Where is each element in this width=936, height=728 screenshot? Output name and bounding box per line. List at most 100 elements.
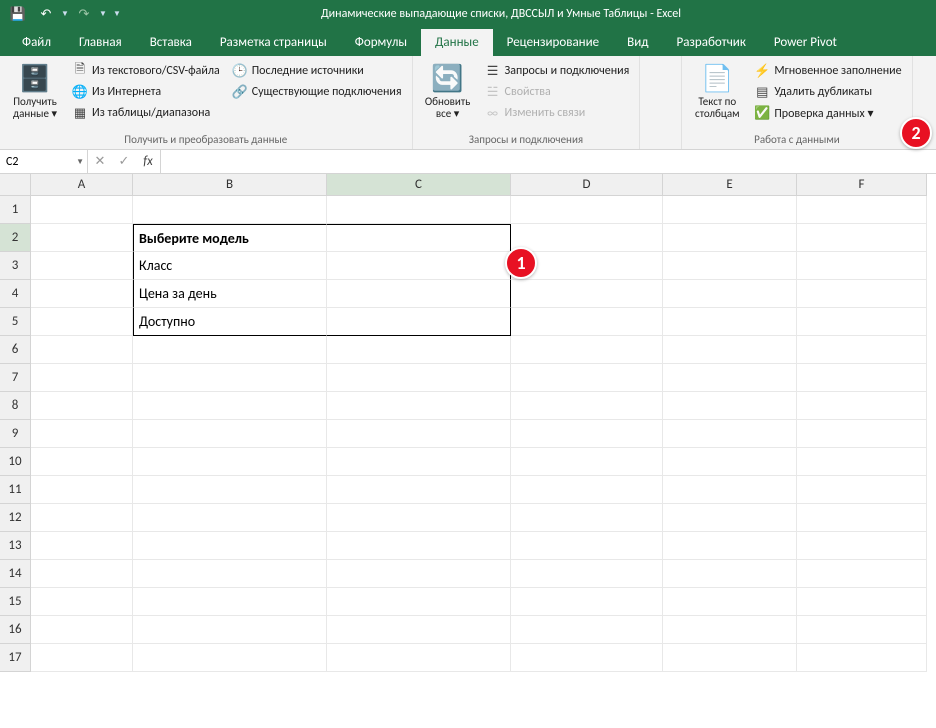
cell-F13[interactable] [797,532,927,560]
cell-F5[interactable] [797,308,927,336]
cell-E6[interactable] [663,336,797,364]
cell-E8[interactable] [663,392,797,420]
row-header-5[interactable]: 5 [0,308,31,336]
row-header-14[interactable]: 14 [0,560,31,588]
row-header-4[interactable]: 4 [0,280,31,308]
row-header-7[interactable]: 7 [0,364,31,392]
cell-C3[interactable] [327,252,511,280]
row-header-8[interactable]: 8 [0,392,31,420]
cell-D2[interactable] [511,224,663,252]
cell-F16[interactable] [797,616,927,644]
cell-A2[interactable] [31,224,133,252]
cell-C14[interactable] [327,560,511,588]
cell-A14[interactable] [31,560,133,588]
cell-F14[interactable] [797,560,927,588]
col-header-B[interactable]: B [133,174,327,196]
cell-D13[interactable] [511,532,663,560]
cell-A7[interactable] [31,364,133,392]
refresh-all-button[interactable]: 🔄 Обновить все ▾ [419,58,477,120]
row-header-9[interactable]: 9 [0,420,31,448]
cell-C1[interactable] [327,196,511,224]
tab-developer[interactable]: Разработчик [662,29,759,56]
row-header-2[interactable]: 2 [0,224,31,252]
cell-E5[interactable] [663,308,797,336]
cell-C12[interactable] [327,504,511,532]
row-header-11[interactable]: 11 [0,476,31,504]
cell-E15[interactable] [663,588,797,616]
cell-B14[interactable] [133,560,327,588]
cell-E1[interactable] [663,196,797,224]
recent-sources-button[interactable]: 🕒Последние источники [228,61,406,81]
cell-E2[interactable] [663,224,797,252]
cell-E11[interactable] [663,476,797,504]
flash-fill-button[interactable]: ⚡Мгновенное заполнение [750,61,905,81]
cell-C10[interactable] [327,448,511,476]
row-header-10[interactable]: 10 [0,448,31,476]
cell-E4[interactable] [663,280,797,308]
cell-B16[interactable] [133,616,327,644]
cell-B12[interactable] [133,504,327,532]
cell-D12[interactable] [511,504,663,532]
cell-B3[interactable]: Класс [133,252,327,280]
cell-A15[interactable] [31,588,133,616]
remove-duplicates-button[interactable]: ▤Удалить дубликаты [750,82,905,102]
cell-D1[interactable] [511,196,663,224]
cell-E7[interactable] [663,364,797,392]
cell-B10[interactable] [133,448,327,476]
cell-A9[interactable] [31,420,133,448]
tab-file[interactable]: Файл [8,29,65,56]
row-header-1[interactable]: 1 [0,196,31,224]
cell-B13[interactable] [133,532,327,560]
row-header-15[interactable]: 15 [0,588,31,616]
get-data-button[interactable]: 🗄️ Получить данные ▾ [6,58,64,120]
cell-A8[interactable] [31,392,133,420]
cell-F17[interactable] [797,644,927,672]
row-header-16[interactable]: 16 [0,616,31,644]
cell-F2[interactable] [797,224,927,252]
cell-B6[interactable] [133,336,327,364]
cell-E3[interactable] [663,252,797,280]
row-header-13[interactable]: 13 [0,532,31,560]
from-csv-button[interactable]: 🗎Из текстового/CSV-файла [68,61,224,81]
cell-B9[interactable] [133,420,327,448]
col-header-C[interactable]: C [327,174,511,196]
tab-home[interactable]: Главная [65,29,136,56]
redo-caret[interactable]: ▼ [98,9,108,19]
cell-F7[interactable] [797,364,927,392]
cell-F8[interactable] [797,392,927,420]
cell-A5[interactable] [31,308,133,336]
cell-D7[interactable] [511,364,663,392]
from-table-button[interactable]: ▦Из таблицы/диапазона [68,103,224,123]
tab-powerpivot[interactable]: Power Pivot [760,29,851,56]
cell-C6[interactable] [327,336,511,364]
col-header-F[interactable]: F [797,174,927,196]
from-web-button[interactable]: 🌐Из Интернета [68,82,224,102]
cell-F6[interactable] [797,336,927,364]
save-icon[interactable]: 💾 [4,2,32,26]
cell-E16[interactable] [663,616,797,644]
cell-F12[interactable] [797,504,927,532]
select-all-corner[interactable] [0,174,31,196]
cell-A1[interactable] [31,196,133,224]
cell-C11[interactable] [327,476,511,504]
row-header-17[interactable]: 17 [0,644,31,672]
tab-review[interactable]: Рецензирование [493,29,613,56]
cell-D5[interactable] [511,308,663,336]
cell-D14[interactable] [511,560,663,588]
cell-C5[interactable] [327,308,511,336]
qat-customize-caret[interactable]: ▼ [108,9,126,19]
redo-icon[interactable]: ↷ [70,2,98,26]
cell-C7[interactable] [327,364,511,392]
col-header-A[interactable]: A [31,174,133,196]
cell-E17[interactable] [663,644,797,672]
cell-E14[interactable] [663,560,797,588]
cell-D4[interactable] [511,280,663,308]
cell-A3[interactable] [31,252,133,280]
cell-C2[interactable] [327,224,511,252]
cell-B2[interactable]: Выберите модель [133,224,327,252]
cell-D8[interactable] [511,392,663,420]
cancel-formula-icon[interactable]: ✕ [88,154,112,169]
fx-icon[interactable]: fx [136,154,160,169]
tab-layout[interactable]: Разметка страницы [206,29,341,56]
name-box-dropdown-icon[interactable]: ▼ [76,157,84,167]
